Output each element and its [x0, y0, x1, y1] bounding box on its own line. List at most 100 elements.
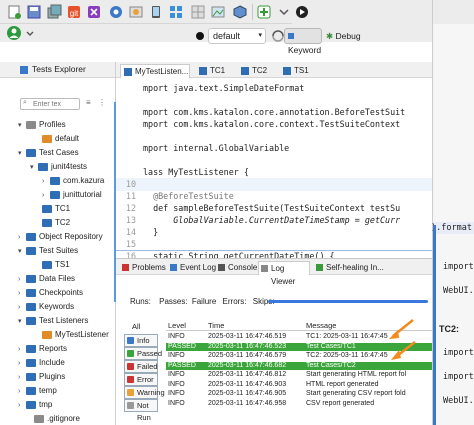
- collapse-icon[interactable]: ⋮: [98, 98, 106, 107]
- dropdown-arrow-icon[interactable]: [276, 4, 292, 20]
- filter-all-button[interactable]: All: [124, 321, 158, 334]
- add-icon[interactable]: [256, 4, 272, 20]
- tree-item-label: Include: [39, 358, 65, 367]
- git-icon[interactable]: git: [66, 4, 82, 20]
- keyword-button[interactable]: Keyword: [284, 28, 322, 55]
- runs-label: Runs:: [130, 297, 151, 306]
- tree-item-label: Keywords: [39, 302, 75, 311]
- tree-item[interactable]: › com.kazura: [42, 174, 104, 188]
- tree-item[interactable]: › temp: [18, 384, 57, 398]
- tab-tc1[interactable]: TC1: [196, 64, 236, 78]
- filter-passed-button[interactable]: Passed: [124, 347, 162, 360]
- tree-item[interactable]: TC2: [34, 216, 70, 230]
- filter-failed-button[interactable]: Failed: [124, 360, 158, 373]
- tree-item[interactable]: ▾ junit4tests: [30, 160, 87, 174]
- mobile-spy-icon[interactable]: [148, 4, 164, 20]
- tree-item-label: MyTestListener: [55, 330, 109, 339]
- grid-icon[interactable]: [190, 4, 206, 20]
- tab-ts1[interactable]: TS1: [280, 64, 320, 78]
- tab-console[interactable]: Console: [216, 261, 257, 275]
- tree-item-label: junittutorial: [63, 190, 102, 199]
- chevron-icon[interactable]: ›: [18, 287, 26, 301]
- tree-item[interactable]: › Object Repository: [18, 230, 103, 244]
- log-cell-time: 2025-03-11 16:47:46.579: [208, 352, 287, 359]
- explorer-search-box[interactable]: ⌕: [20, 98, 80, 110]
- run-icon[interactable]: [294, 4, 310, 20]
- chevron-icon[interactable]: ▾: [30, 161, 38, 175]
- tree-item[interactable]: ▾ Test Cases: [18, 146, 79, 160]
- chevron-icon[interactable]: ›: [18, 343, 26, 357]
- chevron-icon[interactable]: ▾: [18, 147, 26, 161]
- debug-button[interactable]: ✱ Debug: [326, 28, 361, 44]
- tree-item[interactable]: › Reports: [18, 342, 67, 356]
- log-cell-level: INFO: [168, 390, 185, 397]
- chevron-icon[interactable]: ›: [18, 371, 26, 385]
- folder-icon: [26, 148, 36, 157]
- tab-mytestlistener[interactable]: MyTestListen...: [120, 64, 190, 78]
- right-tc2-label: TC2:: [439, 324, 459, 334]
- code-text: mport com.kms.katalon.core.context.TestS…: [143, 119, 401, 129]
- new-file-icon[interactable]: [6, 4, 22, 20]
- log-row[interactable]: INFO 2025-03-11 16:47:46.958 CSV report ge…: [166, 400, 432, 408]
- chevron-icon[interactable]: ›: [18, 231, 26, 245]
- web-spy-icon[interactable]: [128, 4, 144, 20]
- filter-error-button[interactable]: Error: [124, 373, 158, 386]
- chevron-icon[interactable]: ›: [42, 175, 50, 189]
- tree-item[interactable]: ▾ Profiles: [18, 118, 66, 132]
- column-level[interactable]: Level: [168, 321, 186, 330]
- right-scroll-edge[interactable]: [433, 225, 436, 425]
- tree-item[interactable]: ▾ Test Listeners: [18, 314, 88, 328]
- image-icon[interactable]: [210, 4, 226, 20]
- save-icon[interactable]: [26, 4, 42, 20]
- tree-item[interactable]: TS1: [34, 258, 70, 272]
- tab-label: TS1: [294, 66, 309, 75]
- chevron-icon[interactable]: ›: [18, 357, 26, 371]
- filter-icon[interactable]: ≡: [86, 98, 91, 107]
- tree-item[interactable]: › Include: [18, 356, 65, 370]
- chevron-icon[interactable]: ▾: [18, 315, 26, 329]
- tab-log-viewer[interactable]: Log Viewer: [258, 261, 310, 286]
- filter-info-button[interactable]: Info: [124, 334, 158, 347]
- log-row[interactable]: INFO 2025-03-11 16:47:46.812 Start generat…: [166, 371, 432, 379]
- user-menu-chevron-icon[interactable]: [22, 25, 38, 41]
- tab-problems[interactable]: Problems: [120, 261, 166, 275]
- tree-item[interactable]: › tmp: [18, 398, 52, 412]
- tab-tc2[interactable]: TC2: [238, 64, 278, 78]
- user-avatar-icon[interactable]: [6, 25, 22, 41]
- filter-warning-button[interactable]: Warning: [124, 386, 165, 399]
- tab-event-log[interactable]: Event Log: [168, 261, 216, 275]
- run-toolbar: [292, 0, 432, 24]
- tree-item[interactable]: TC1: [34, 202, 70, 216]
- windows-spy-icon[interactable]: [168, 4, 184, 20]
- tree-item[interactable]: › Plugins: [18, 370, 65, 384]
- column-time[interactable]: Time: [208, 321, 224, 330]
- tab-self-healing[interactable]: Self-healing In...: [314, 261, 384, 275]
- log-row[interactable]: INFO 2025-03-11 16:47:46.905 Start generat…: [166, 390, 432, 398]
- tree-item[interactable]: › Data Files: [18, 272, 75, 286]
- column-message[interactable]: Message: [306, 321, 336, 330]
- chevron-icon[interactable]: ▾: [18, 245, 26, 259]
- tree-item[interactable]: › junittutorial: [42, 188, 102, 202]
- save-all-icon[interactable]: [46, 4, 62, 20]
- cube-icon[interactable]: [232, 4, 248, 20]
- log-cell-time: 2025-03-11 16:47:46.903: [208, 380, 287, 388]
- tree-item[interactable]: ▾ Test Suites: [18, 244, 78, 258]
- chevron-icon[interactable]: ›: [42, 189, 50, 203]
- chevron-icon[interactable]: ›: [18, 385, 26, 399]
- tree-item[interactable]: default: [34, 132, 79, 146]
- filter-not-run-button[interactable]: Not Run: [124, 399, 158, 422]
- tree-item[interactable]: › Checkpoints: [18, 286, 83, 300]
- explorer-search-input[interactable]: [33, 99, 77, 109]
- toggle-icon[interactable]: [194, 28, 210, 44]
- record-icon[interactable]: [86, 4, 102, 20]
- chevron-icon[interactable]: ›: [18, 399, 26, 413]
- chevron-icon[interactable]: ▾: [18, 119, 26, 133]
- profile-select[interactable]: default ▾: [208, 28, 266, 44]
- chevron-icon[interactable]: ›: [18, 273, 26, 287]
- tree-item[interactable]: MyTestListener: [34, 328, 109, 342]
- spy-icon[interactable]: [108, 4, 124, 20]
- chevron-icon[interactable]: ›: [18, 301, 26, 315]
- bug-icon: ✱: [326, 31, 334, 41]
- tree-item[interactable]: › Keywords: [18, 300, 74, 314]
- log-row[interactable]: INFO 2025-03-11 16:47:46.903 HTML report g…: [166, 381, 432, 389]
